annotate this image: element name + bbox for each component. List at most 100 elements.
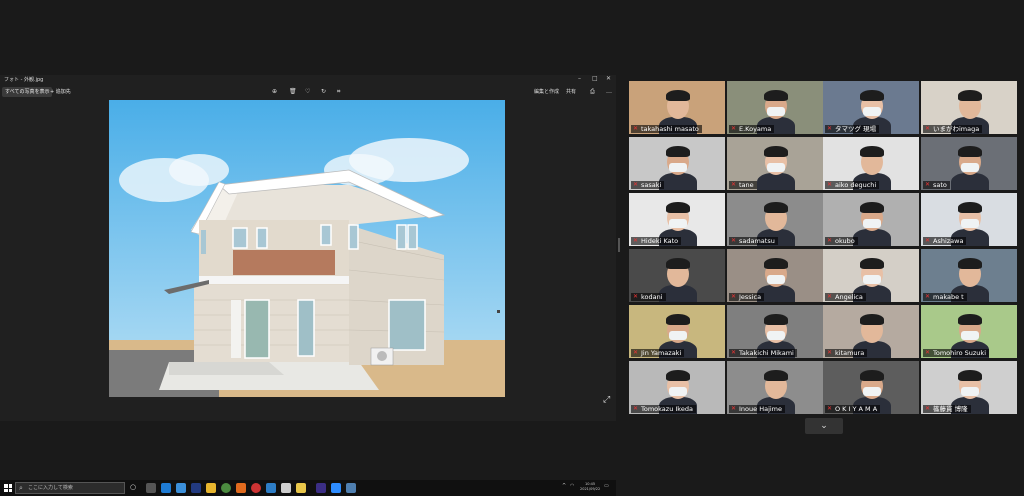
print-icon[interactable]: ⎙ <box>590 88 595 96</box>
participant-tile[interactable]: ✕ Takakichi Mikami <box>727 305 823 358</box>
face-mask <box>961 331 979 340</box>
crop-icon[interactable]: ⌗ <box>337 88 340 96</box>
see-all-photos-button[interactable]: すべての写真を表示 <box>2 87 53 97</box>
fullscreen-icon[interactable]: ⤢ <box>603 395 610 405</box>
wifi-icon[interactable]: ◠ <box>570 483 574 489</box>
participant-tile[interactable]: ✕ Jessica <box>727 249 823 302</box>
participant-name: ✕ 篠藤貫 博隆 <box>923 405 971 413</box>
participant-tile[interactable]: ✕ O K I Y A M A <box>823 361 919 414</box>
zoom-app-icon[interactable] <box>331 483 341 493</box>
file-explorer-icon[interactable] <box>206 483 216 493</box>
close-icon[interactable]: ✕ <box>606 75 611 82</box>
participant-name: ✕ Jin Yamazaki <box>631 349 685 357</box>
notifications-icon[interactable]: ▭ <box>604 483 609 489</box>
participant-body <box>757 173 795 190</box>
panel-resize-handle[interactable] <box>618 238 620 252</box>
taskbar-app-icon[interactable] <box>281 483 291 493</box>
tray-chevron-icon[interactable]: ^ <box>562 483 566 489</box>
participant-hair <box>860 146 884 157</box>
windows-start-icon[interactable] <box>4 484 12 492</box>
shared-screen: フォト - 外観.jpg – □ ✕ すべての写真を表示 + 追加先 ⊕ 🗑 ♡… <box>0 75 616 496</box>
participant-hair <box>860 314 884 325</box>
rotate-icon[interactable]: ↻ <box>321 88 326 95</box>
taskbar-app-icon[interactable] <box>146 483 156 493</box>
participant-tile[interactable]: ✕ sadamatsu <box>727 193 823 246</box>
participant-tile[interactable]: ✕ makabe t <box>921 249 1017 302</box>
participant-name: ✕ Ashizawa <box>923 237 967 245</box>
participant-name: ✕ Tomokazu Ikeda <box>631 405 696 413</box>
taskbar-search-box[interactable]: ⌕ ここに入力して検索 <box>15 482 125 494</box>
participant-tile[interactable]: ✕ tane <box>727 137 823 190</box>
favorite-icon[interactable]: ♡ <box>305 88 310 95</box>
participant-tile[interactable]: ✕ いまがわimaga <box>921 81 1017 134</box>
taskbar-app-icon[interactable] <box>236 483 246 493</box>
taskbar-app-icon[interactable] <box>251 483 261 493</box>
mic-muted-icon: ✕ <box>925 293 931 300</box>
participant-body <box>659 173 697 190</box>
participant-tile[interactable]: ✕ Jin Yamazaki <box>629 305 725 358</box>
participant-tile[interactable]: ✕ Hideki Kato <box>629 193 725 246</box>
participant-name: ✕ okubo <box>825 237 858 245</box>
participant-hair <box>764 146 788 157</box>
participant-hair <box>958 258 982 269</box>
mic-muted-icon: ✕ <box>925 237 931 244</box>
participant-tile[interactable]: ✕ E.Koyama <box>727 81 823 134</box>
add-to-button[interactable]: + 追加先 <box>50 87 71 97</box>
participant-name: ✕ Inoue Hajime <box>729 405 786 413</box>
participant-tile[interactable]: ✕ kitamura <box>823 305 919 358</box>
participant-hair <box>958 146 982 157</box>
participant-name: ✕ sato <box>923 181 950 189</box>
participant-tile[interactable]: ✕ aiko deguchi <box>823 137 919 190</box>
participant-hair <box>958 370 982 381</box>
chevron-down-icon: ⌄ <box>820 421 828 431</box>
participant-tile[interactable]: ✕ takahashi masato <box>629 81 725 134</box>
delete-icon[interactable]: 🗑 <box>289 88 297 95</box>
mail-icon[interactable] <box>176 483 186 493</box>
taskbar-clock[interactable]: 10:45 2021/09/22 <box>580 482 600 492</box>
mic-muted-icon: ✕ <box>731 181 737 188</box>
participant-tile[interactable]: ✕ sato <box>921 137 1017 190</box>
participant-name: ✕ Hideki Kato <box>631 237 682 245</box>
sticky-notes-icon[interactable] <box>296 483 306 493</box>
participant-tile[interactable]: ✕ Tomohiro Suzuki <box>921 305 1017 358</box>
participant-tile[interactable]: ✕ okubo <box>823 193 919 246</box>
task-view-icon[interactable]: ○ <box>130 483 140 493</box>
taskbar-app-icon[interactable] <box>266 483 276 493</box>
zoom-icon[interactable]: ⊕ <box>272 88 277 95</box>
house-rendering-image <box>109 100 505 397</box>
participant-tile[interactable]: ✕ タマツグ 現場 <box>823 81 919 134</box>
participant-name: ✕ Jessica <box>729 293 765 301</box>
edit-create-button[interactable]: 編集と作成 <box>534 88 559 95</box>
face-mask <box>669 163 687 172</box>
face-mask <box>863 275 881 284</box>
participant-tile[interactable]: ✕ Angelica <box>823 249 919 302</box>
participant-name: ✕ いまがわimaga <box>923 125 983 133</box>
taskbar-app-icon[interactable] <box>316 483 326 493</box>
participant-hair <box>764 314 788 325</box>
participant-tile[interactable]: ✕ sasaki <box>629 137 725 190</box>
minimize-icon[interactable]: – <box>578 75 581 82</box>
edge-icon[interactable] <box>161 483 171 493</box>
participant-hair <box>666 90 690 101</box>
participant-hair <box>764 258 788 269</box>
participant-hair <box>958 90 982 101</box>
search-icon: ⌕ <box>19 484 23 492</box>
chrome-icon[interactable] <box>221 483 231 493</box>
participant-tile[interactable]: ✕ 篠藤貫 博隆 <box>921 361 1017 414</box>
more-participants-button[interactable]: ⌄ <box>805 418 843 434</box>
face-mask <box>767 275 785 284</box>
participant-tile[interactable]: ✕ Inoue Hajime <box>727 361 823 414</box>
maximize-icon[interactable]: □ <box>592 75 598 82</box>
more-options-icon[interactable]: … <box>606 88 612 95</box>
participant-tile[interactable]: ✕ Tomokazu Ikeda <box>629 361 725 414</box>
participant-tile[interactable]: ✕ Ashizawa <box>921 193 1017 246</box>
participant-name: ✕ tane <box>729 181 757 189</box>
participant-tile[interactable]: ✕ kodani <box>629 249 725 302</box>
windows-taskbar: ⌕ ここに入力して検索 ○ ^ ◠ 10:45 2021/09/22 ▭ <box>0 480 616 496</box>
participant-name: ✕ aiko deguchi <box>825 181 880 189</box>
participant-hair <box>860 202 884 213</box>
share-button[interactable]: 共有 <box>566 88 576 95</box>
taskbar-app-icon[interactable] <box>191 483 201 493</box>
photos-app-icon[interactable] <box>346 483 356 493</box>
participant-name: ✕ タマツグ 現場 <box>825 125 880 133</box>
